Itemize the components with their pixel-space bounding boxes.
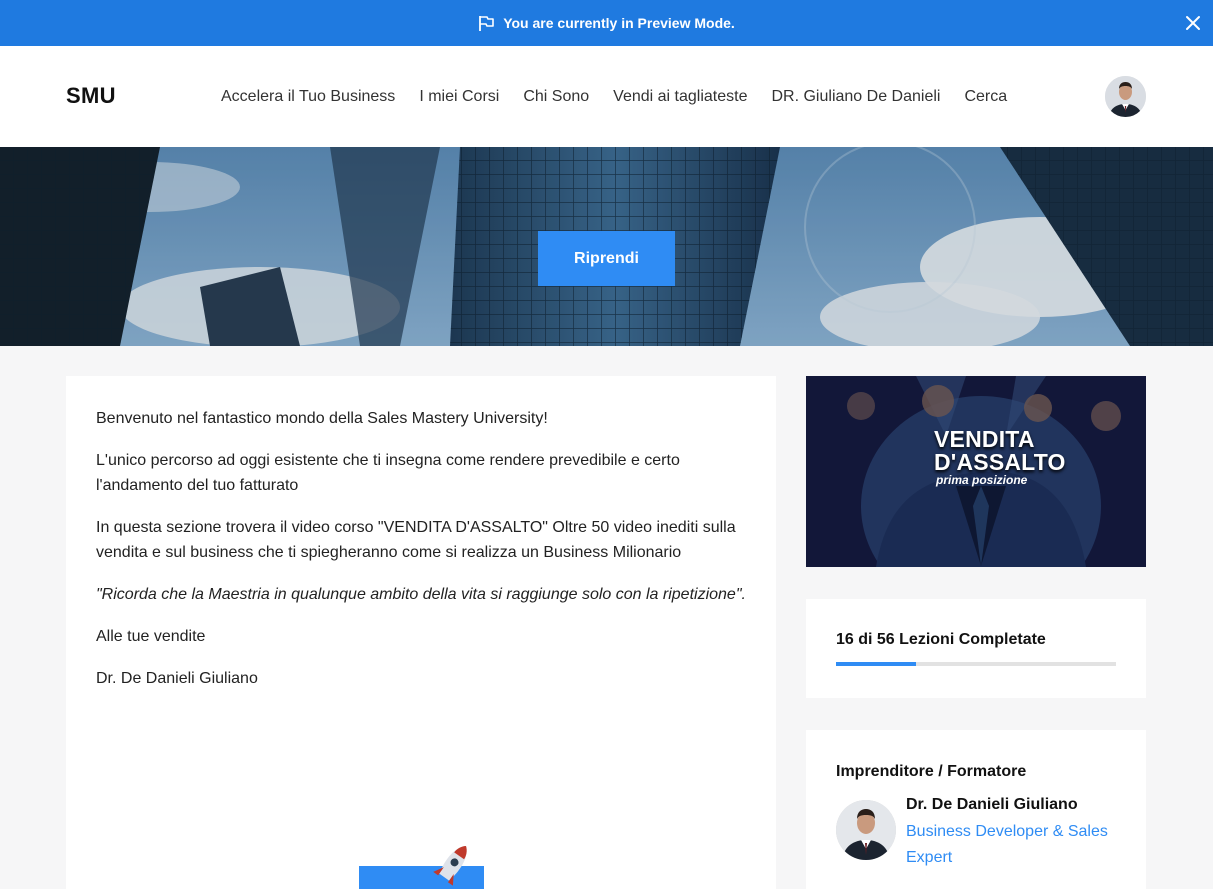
progress-label: 16 di 56 Lezioni Completate	[836, 631, 1046, 648]
course-description-card: Benvenuto nel fantastico mondo della Sal…	[66, 376, 776, 889]
nav-link-author[interactable]: DR. Giuliano De Danieli	[771, 88, 940, 106]
author-name[interactable]: Dr. De Danieli Giuliano	[906, 796, 1078, 814]
signature-paragraph: Dr. De Danieli Giuliano	[96, 670, 258, 687]
author-photo-image	[836, 800, 896, 860]
hero-banner: Riprendi	[0, 147, 1213, 346]
site-logo[interactable]: SMU	[66, 83, 116, 109]
close-icon[interactable]	[1181, 11, 1205, 35]
main-nav: Accelera il Tuo Business I miei Corsi Ch…	[209, 46, 1019, 147]
author-card: Imprenditore / Formatore Dr. De Danieli …	[806, 730, 1146, 889]
cover-subtitle: prima posizione	[936, 473, 1028, 487]
avatar-image	[1105, 76, 1146, 117]
author-description: Business Developer & Sales Expert	[906, 823, 1108, 866]
description-paragraph: L'unico percorso ad oggi esistente che t…	[96, 452, 680, 494]
resume-button[interactable]: Riprendi	[538, 231, 675, 286]
course-cover-image: VENDITA D'ASSALTO prima posizione	[806, 376, 1146, 567]
flag-icon	[479, 15, 495, 31]
rocket-illustration	[359, 846, 484, 889]
author-photo	[836, 800, 896, 860]
progress-card: 16 di 56 Lezioni Completate	[806, 599, 1146, 698]
preview-mode-bar: You are currently in Preview Mode.	[0, 0, 1213, 46]
quote-paragraph: "Ricorda che la Maestria in qualunque am…	[96, 586, 746, 603]
preview-mode-message: You are currently in Preview Mode.	[503, 15, 735, 31]
closing-paragraph: Alle tue vendite	[96, 628, 206, 645]
nav-link-vendi[interactable]: Vendi ai tagliateste	[613, 88, 747, 106]
progress-bar	[836, 662, 1116, 666]
user-avatar[interactable]	[1105, 76, 1146, 117]
intro-paragraph: Benvenuto nel fantastico mondo della Sal…	[96, 410, 548, 427]
nav-link-search[interactable]: Cerca	[964, 88, 1007, 106]
author-role: Imprenditore / Formatore	[836, 763, 1027, 780]
progress-bar-fill	[836, 662, 916, 666]
top-navbar: SMU Accelera il Tuo Business I miei Cors…	[0, 46, 1213, 147]
section-paragraph: In questa sezione trovera il video corso…	[96, 519, 736, 561]
nav-link-accelera[interactable]: Accelera il Tuo Business	[221, 88, 395, 106]
nav-link-my-courses[interactable]: I miei Corsi	[419, 88, 499, 106]
nav-link-about[interactable]: Chi Sono	[523, 88, 589, 106]
cover-title: VENDITA D'ASSALTO	[934, 426, 1066, 475]
